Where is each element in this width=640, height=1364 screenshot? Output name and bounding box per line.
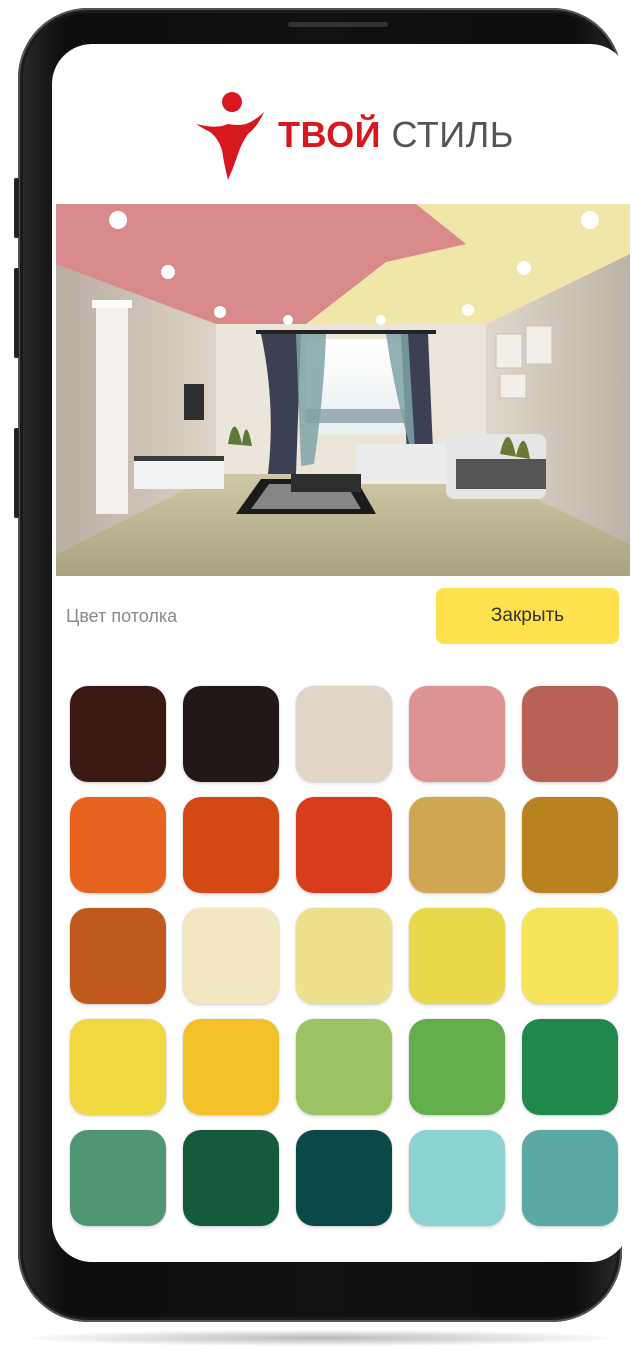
color-swatch[interactable] <box>296 908 392 1004</box>
color-swatch[interactable] <box>296 1019 392 1115</box>
color-swatch[interactable] <box>70 1019 166 1115</box>
room-preview-image <box>56 204 630 576</box>
color-swatch-grid <box>70 686 620 1226</box>
app-screen: ТВОЙ СТИЛЬ Цвет потолка Закрыть <box>52 44 630 1262</box>
brand-name-light: СТИЛЬ <box>391 114 514 155</box>
color-swatch[interactable] <box>409 1019 505 1115</box>
color-swatch[interactable] <box>409 797 505 893</box>
app-header: ТВОЙ СТИЛЬ <box>52 84 630 184</box>
color-swatch[interactable] <box>409 686 505 782</box>
color-swatch[interactable] <box>296 797 392 893</box>
brand-wordmark: ТВОЙ СТИЛЬ <box>278 114 514 156</box>
color-swatch[interactable] <box>522 1019 618 1115</box>
color-swatch[interactable] <box>70 686 166 782</box>
color-swatch[interactable] <box>522 1130 618 1226</box>
control-bar: Цвет потолка Закрыть <box>52 584 630 652</box>
color-swatch[interactable] <box>522 797 618 893</box>
color-swatch[interactable] <box>409 908 505 1004</box>
color-swatch[interactable] <box>183 1019 279 1115</box>
volume-down-button <box>14 428 19 518</box>
volume-up-button <box>14 268 19 358</box>
color-swatch[interactable] <box>409 1130 505 1226</box>
brand-name-bold: ТВОЙ <box>278 114 381 155</box>
phone-frame: ТВОЙ СТИЛЬ Цвет потолка Закрыть <box>14 8 630 1322</box>
phone-shadow <box>30 1330 610 1346</box>
speaker-grille <box>288 22 388 27</box>
color-swatch[interactable] <box>183 1130 279 1226</box>
color-swatch[interactable] <box>70 797 166 893</box>
color-swatch[interactable] <box>183 686 279 782</box>
close-button[interactable]: Закрыть <box>436 588 619 644</box>
color-swatch[interactable] <box>70 908 166 1004</box>
color-swatch[interactable] <box>183 797 279 893</box>
color-swatch[interactable] <box>183 908 279 1004</box>
color-swatch[interactable] <box>70 1130 166 1226</box>
color-swatch[interactable] <box>296 686 392 782</box>
power-button <box>14 178 19 238</box>
ceiling-color-label: Цвет потолка <box>66 606 178 626</box>
color-swatch[interactable] <box>522 686 618 782</box>
color-swatch[interactable] <box>522 908 618 1004</box>
color-swatch[interactable] <box>296 1130 392 1226</box>
brand-figure-icon <box>196 92 264 180</box>
